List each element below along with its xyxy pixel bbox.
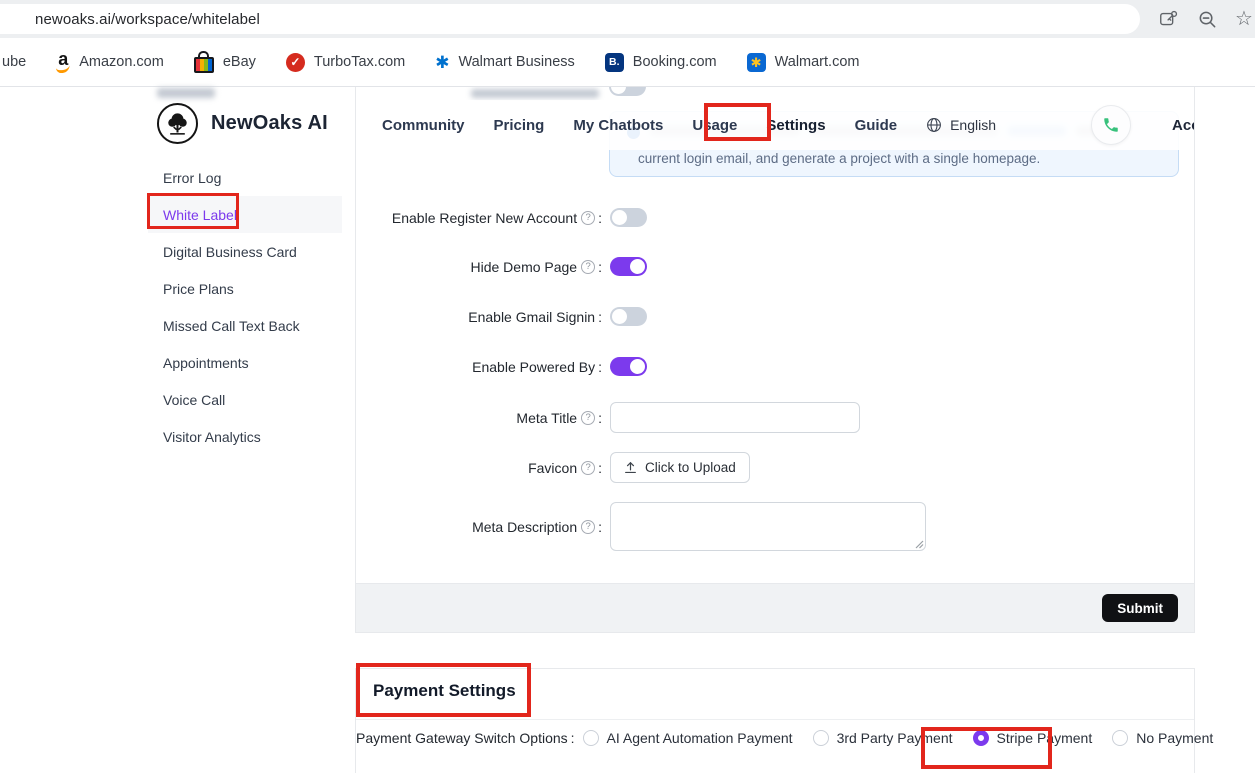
card-footer: Submit: [356, 583, 1194, 632]
bookmark-walmart-business[interactable]: ✱ Walmart Business: [435, 54, 575, 71]
sidebar-item-digital-business-card[interactable]: Digital Business Card: [148, 233, 342, 270]
payment-settings-card: Payment Settings Payment Gateway Switch …: [355, 668, 1195, 773]
zoom-out-icon[interactable]: [1197, 9, 1218, 30]
turbotax-check-icon: ✓: [286, 53, 305, 72]
nav-community[interactable]: Community: [382, 117, 465, 134]
upload-icon: [624, 461, 637, 474]
cutoff-toggle[interactable]: [609, 87, 646, 96]
radio-no-payment[interactable]: No Payment: [1112, 730, 1213, 746]
form-row-gmail-signin: Enable Gmail Signin :: [356, 307, 1194, 326]
browser-chrome: newoaks.ai/workspace/whitelabel ☆: [0, 0, 1255, 38]
nav-usage[interactable]: Usage: [692, 117, 737, 134]
toggle-enable-gmail-signin[interactable]: [610, 307, 647, 326]
brand-row: NewOaks AI: [157, 103, 328, 144]
payment-settings-title: Payment Settings: [373, 681, 516, 701]
bookmark-walmart-com[interactable]: ✱ Walmart.com: [747, 53, 860, 72]
language-label: English: [950, 117, 996, 133]
payment-radio-group: AI Agent Automation Payment 3rd Party Pa…: [583, 730, 1214, 746]
radio-circle: [583, 730, 599, 746]
bookmark-amazon[interactable]: a Amazon.com: [56, 51, 164, 73]
help-icon[interactable]: ?: [581, 520, 595, 534]
nav-guide[interactable]: Guide: [855, 117, 898, 134]
radio-ai-agent-automation-payment[interactable]: AI Agent Automation Payment: [583, 730, 793, 746]
divider: [356, 719, 1194, 720]
payment-gateway-row: Payment Gateway Switch Options : AI Agen…: [356, 730, 1194, 746]
favicon-upload-button[interactable]: Click to Upload: [610, 452, 750, 483]
newoaks-tree-logo-icon: [157, 103, 198, 144]
walmart-yellow-spark-icon: ✱: [747, 53, 766, 72]
url-bar[interactable]: newoaks.ai/workspace/whitelabel: [0, 4, 1140, 34]
whitelabel-settings-card: current login email, and generate a proj…: [355, 87, 1195, 633]
submit-button[interactable]: Submit: [1102, 594, 1178, 622]
language-selector[interactable]: English: [926, 117, 996, 133]
sidebar-menu: Error Log White Label Digital Business C…: [148, 159, 342, 455]
page-url: newoaks.ai/workspace/whitelabel: [35, 11, 260, 28]
meta-description-textarea[interactable]: [610, 502, 926, 551]
amazon-icon: a: [56, 51, 70, 73]
sidebar-item-missed-call-text-back[interactable]: Missed Call Text Back: [148, 307, 342, 344]
toggle-enable-powered-by[interactable]: [610, 357, 647, 376]
share-key-icon[interactable]: [1158, 8, 1180, 30]
toggle-enable-register-new-account[interactable]: [610, 208, 647, 227]
form-row-hide-demo: Hide Demo Page ? :: [356, 257, 1194, 276]
sidebar-item-error-log[interactable]: Error Log: [148, 159, 342, 196]
radio-circle: [1112, 730, 1128, 746]
form-row-meta-description: Meta Description ? :: [356, 502, 1194, 551]
brand-name: NewOaks AI: [211, 112, 328, 135]
globe-icon: [926, 117, 942, 133]
meta-title-input[interactable]: [610, 402, 860, 433]
form-row-meta-title: Meta Title ? :: [356, 402, 1194, 433]
ebay-bag-icon: [194, 52, 214, 73]
radio-circle-selected: [973, 730, 989, 746]
bookmarks-bar: ube a Amazon.com eBay ✓ TurboTax.com ✱ W…: [0, 38, 1255, 87]
toggle-hide-demo-page[interactable]: [610, 257, 647, 276]
screenshot-root: newoaks.ai/workspace/whitelabel ☆ ube: [0, 0, 1255, 773]
nav-my-chatbots[interactable]: My Chatbots: [573, 117, 663, 134]
bookmark-star-icon[interactable]: ☆: [1235, 9, 1253, 29]
phone-badge-icon[interactable]: [1091, 105, 1131, 145]
redacted-cutoff-label: [471, 89, 599, 98]
sidebar-item-voice-call[interactable]: Voice Call: [148, 381, 342, 418]
bookmark-youtube-cutoff[interactable]: ube: [2, 54, 26, 70]
account-menu[interactable]: Account →: [1172, 117, 1195, 134]
sidebar-item-appointments[interactable]: Appointments: [148, 344, 342, 381]
help-icon[interactable]: ?: [581, 211, 595, 225]
alert-text: current login email, and generate a proj…: [638, 151, 1040, 166]
sidebar: NewOaks AI Error Log White Label Digital…: [148, 87, 342, 773]
bookmark-booking[interactable]: B. Booking.com: [605, 53, 717, 72]
radio-circle: [813, 730, 829, 746]
sidebar-item-visitor-analytics[interactable]: Visitor Analytics: [148, 418, 342, 455]
redacted-workspace-name: [157, 88, 215, 98]
walmart-blue-spark-icon: ✱: [435, 54, 449, 71]
help-icon[interactable]: ?: [581, 461, 595, 475]
radio-stripe-payment[interactable]: Stripe Payment: [973, 730, 1093, 746]
app-viewport: NewOaks AI Error Log White Label Digital…: [0, 87, 1255, 773]
browser-toolbar-icons: ☆: [1158, 0, 1253, 38]
booking-icon: B.: [605, 53, 624, 72]
app-top-nav: Community Pricing My Chatbots Usage Sett…: [356, 100, 1194, 150]
radio-3rd-party-payment[interactable]: 3rd Party Payment: [813, 730, 953, 746]
nav-pricing[interactable]: Pricing: [494, 117, 545, 134]
form-row-powered-by: Enable Powered By :: [356, 357, 1194, 376]
form-row-favicon: Favicon ? : Click to Upload: [356, 452, 1194, 483]
help-icon[interactable]: ?: [581, 260, 595, 274]
sidebar-item-price-plans[interactable]: Price Plans: [148, 270, 342, 307]
form-row-enable-register: Enable Register New Account ? :: [356, 208, 1194, 227]
sidebar-item-white-label[interactable]: White Label: [148, 196, 342, 233]
help-icon[interactable]: ?: [581, 411, 595, 425]
bookmark-ebay[interactable]: eBay: [194, 52, 256, 73]
nav-settings[interactable]: Settings: [766, 117, 825, 134]
bookmark-turbotax[interactable]: ✓ TurboTax.com: [286, 53, 405, 72]
